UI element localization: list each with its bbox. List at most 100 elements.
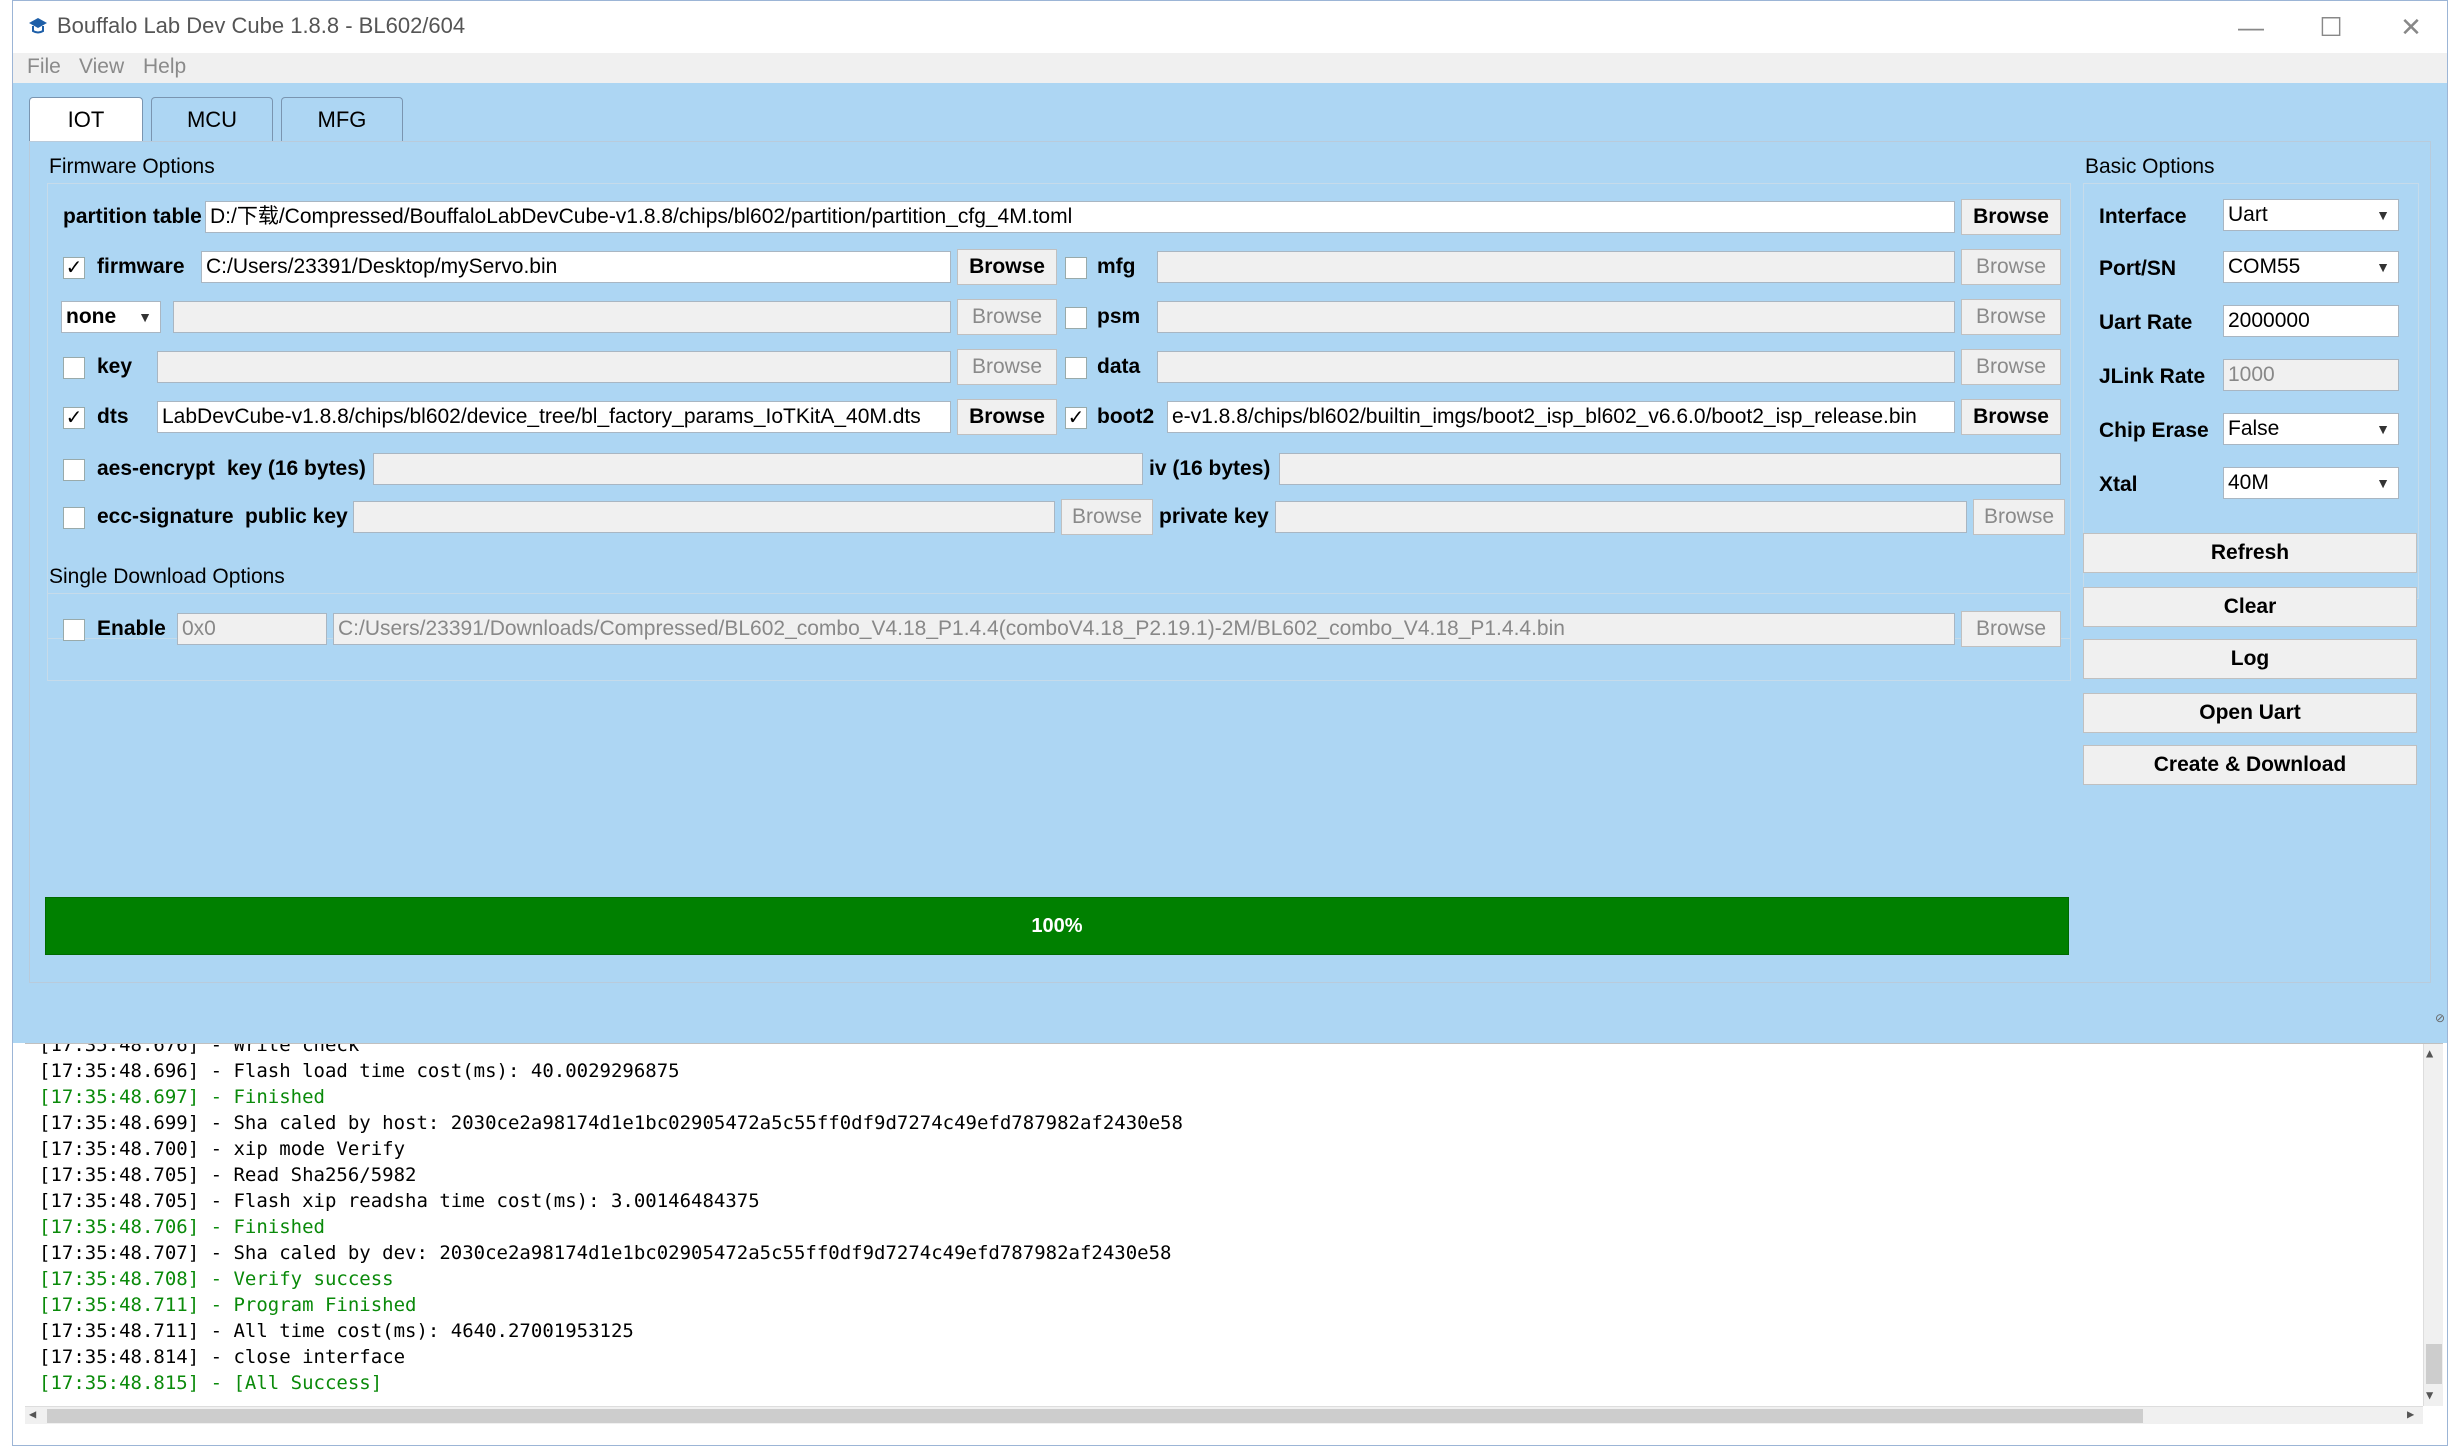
dts-checkbox[interactable]: ✓: [63, 407, 85, 429]
refresh-button[interactable]: Refresh: [2083, 533, 2417, 573]
chevron-down-icon: ▼: [2376, 207, 2390, 223]
psm-browse-button[interactable]: Browse: [1961, 299, 2061, 335]
partition-table-browse-button[interactable]: Browse: [1961, 199, 2061, 235]
none-browse-button[interactable]: Browse: [957, 299, 1057, 335]
log-line: [17:35:48.697] - Finished: [39, 1086, 325, 1108]
interface-select[interactable]: Uart ▼: [2223, 199, 2399, 231]
log-output[interactable]: [17:35:48.676] - Write check [17:35:48.69…: [25, 1043, 2443, 1424]
log-line: [17:35:48.705] - Read Sha256/5982: [39, 1164, 417, 1186]
horizontal-scrollbar[interactable]: ◀ ▶: [25, 1406, 2423, 1424]
chevron-down-icon: ▼: [2376, 421, 2390, 437]
public-key-input[interactable]: [353, 501, 1055, 533]
chevron-down-icon: ▼: [2376, 475, 2390, 491]
log-button[interactable]: Log: [2083, 639, 2417, 679]
private-key-label: private key: [1159, 505, 1269, 528]
aes-key-input[interactable]: [373, 453, 1143, 485]
port-select[interactable]: COM55 ▼: [2223, 251, 2399, 283]
main-panel: IOT MCU MFG Firmware Options partition t…: [13, 83, 2447, 1043]
clear-button[interactable]: Clear: [2083, 587, 2417, 627]
log-line: [17:35:48.708] - Verify success: [39, 1268, 394, 1290]
tab-mfg[interactable]: MFG: [281, 97, 403, 141]
partition-table-input[interactable]: D:/下载/Compressed/BouffaloLabDevCube-v1.8…: [205, 201, 1955, 233]
image-type-select[interactable]: none ▼: [61, 301, 161, 333]
psm-input[interactable]: [1157, 301, 1955, 333]
mfg-input[interactable]: [1157, 251, 1955, 283]
single-download-enable-checkbox[interactable]: [63, 619, 85, 641]
aes-key-label: key (16 bytes): [227, 457, 366, 480]
data-label: data: [1097, 355, 1141, 378]
tab-iot[interactable]: IOT: [29, 97, 143, 141]
port-label: Port/SN: [2099, 257, 2177, 280]
log-line: [17:35:48.815] - [All Success]: [39, 1372, 383, 1394]
xtal-select[interactable]: 40M ▼: [2223, 467, 2399, 499]
log-line: [17:35:48.707] - Sha caled by dev: 2030c…: [39, 1242, 1172, 1264]
boot2-checkbox[interactable]: ✓: [1065, 407, 1087, 429]
firmware-checkbox[interactable]: ✓: [63, 257, 85, 279]
chip-erase-value: False: [2228, 417, 2280, 440]
single-download-address-input[interactable]: 0x0: [177, 613, 327, 645]
app-logo-icon: [29, 18, 47, 34]
key-checkbox[interactable]: [63, 357, 85, 379]
private-key-input[interactable]: [1275, 501, 1967, 533]
xtal-value: 40M: [2228, 471, 2269, 494]
uart-rate-input[interactable]: 2000000: [2223, 305, 2399, 337]
data-browse-button[interactable]: Browse: [1961, 349, 2061, 385]
boot2-browse-button[interactable]: Browse: [1961, 399, 2061, 435]
firmware-browse-button[interactable]: Browse: [957, 249, 1057, 285]
window-title: Bouffalo Lab Dev Cube 1.8.8 - BL602/604: [57, 13, 466, 38]
menu-file[interactable]: File: [27, 55, 61, 79]
horizontal-scrollbar-thumb[interactable]: [47, 1409, 2143, 1423]
uart-rate-label: Uart Rate: [2099, 311, 2193, 334]
public-key-label: public key: [245, 505, 348, 528]
key-input[interactable]: [157, 351, 951, 383]
private-key-browse-button[interactable]: Browse: [1973, 499, 2065, 535]
chip-erase-select[interactable]: False ▼: [2223, 413, 2399, 445]
public-key-browse-button[interactable]: Browse: [1061, 499, 1153, 535]
open-uart-button[interactable]: Open Uart: [2083, 693, 2417, 733]
single-download-browse-button[interactable]: Browse: [1961, 611, 2061, 647]
iv-input[interactable]: [1279, 453, 2061, 485]
log-lines: [17:35:48.676] - Write check [17:35:48.69…: [25, 1044, 2421, 1396]
scrollbar-thumb[interactable]: [2426, 1344, 2442, 1384]
ecc-signature-checkbox[interactable]: [63, 507, 85, 529]
single-download-path-input[interactable]: C:/Users/23391/Downloads/Compressed/BL60…: [333, 613, 1955, 645]
download-progress-bar: 100%: [45, 897, 2069, 955]
chevron-down-icon: ▼: [2376, 259, 2390, 275]
maximize-button[interactable]: ☐: [2301, 7, 2361, 47]
basic-options-title: Basic Options: [2085, 155, 2215, 178]
close-button[interactable]: ✕: [2381, 7, 2441, 47]
vertical-scrollbar[interactable]: ▲ ▼: [2423, 1044, 2443, 1406]
port-value: COM55: [2228, 255, 2301, 278]
minimize-button[interactable]: —: [2221, 7, 2281, 47]
create-download-button[interactable]: Create & Download: [2083, 745, 2417, 785]
mfg-browse-button[interactable]: Browse: [1961, 249, 2061, 285]
menu-help[interactable]: Help: [143, 55, 186, 79]
psm-checkbox[interactable]: [1065, 307, 1087, 329]
data-input[interactable]: [1157, 351, 1955, 383]
scroll-left-icon[interactable]: ◀: [29, 1407, 36, 1421]
dts-browse-button[interactable]: Browse: [957, 399, 1057, 435]
iv-label: iv (16 bytes): [1149, 457, 1271, 480]
interface-value: Uart: [2228, 203, 2268, 226]
resize-grip-icon[interactable]: ⊘: [2435, 1011, 2445, 1025]
tab-mcu[interactable]: MCU: [151, 97, 273, 141]
scroll-down-icon[interactable]: ▼: [2426, 1388, 2433, 1402]
key-browse-button[interactable]: Browse: [957, 349, 1057, 385]
partition-table-label: partition table: [63, 205, 202, 228]
log-line: [17:35:48.700] - xip mode Verify: [39, 1138, 406, 1160]
jlink-rate-input[interactable]: 1000: [2223, 359, 2399, 391]
log-line: [17:35:48.705] - Flash xip readsha time …: [39, 1190, 760, 1212]
log-line: [17:35:48.696] - Flash load time cost(ms…: [39, 1060, 680, 1082]
firmware-input[interactable]: C:/Users/23391/Desktop/myServo.bin: [201, 251, 951, 283]
mfg-checkbox[interactable]: [1065, 257, 1087, 279]
ecc-signature-label: ecc-signature: [97, 505, 234, 528]
none-input[interactable]: [173, 301, 951, 333]
data-checkbox[interactable]: [1065, 357, 1087, 379]
scroll-up-icon[interactable]: ▲: [2426, 1046, 2433, 1060]
menu-view[interactable]: View: [79, 55, 124, 79]
boot2-label: boot2: [1097, 405, 1155, 428]
boot2-input[interactable]: e-v1.8.8/chips/bl602/builtin_imgs/boot2_…: [1167, 401, 1955, 433]
aes-encrypt-checkbox[interactable]: [63, 459, 85, 481]
scroll-right-icon[interactable]: ▶: [2407, 1407, 2414, 1421]
dts-input[interactable]: LabDevCube-v1.8.8/chips/bl602/device_tre…: [157, 401, 951, 433]
